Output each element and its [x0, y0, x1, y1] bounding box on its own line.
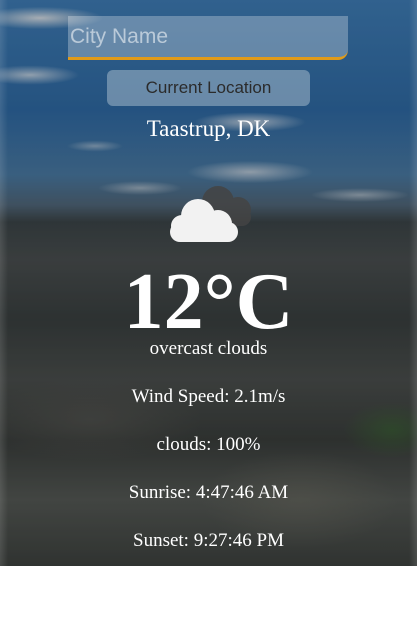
city-name: Taastrup, DK	[146, 116, 271, 141]
temperature: 12°C	[123, 258, 294, 346]
sunrise-time: Sunrise: 4:47:46 AM	[128, 482, 289, 503]
wind-speed: Wind Speed: 2.1m/s	[131, 386, 286, 407]
overcast-clouds-icon	[170, 186, 251, 242]
cloud-coverage: clouds: 100%	[156, 434, 261, 455]
weather-description: overcast clouds	[149, 338, 268, 359]
sunset-time: Sunset: 9:27:46 PM	[133, 530, 284, 551]
weather-card: Current Location Taastrup, DK 12°C overc…	[0, 0, 417, 566]
city-search-input[interactable]	[68, 16, 348, 60]
current-location-button[interactable]: Current Location	[107, 70, 310, 106]
